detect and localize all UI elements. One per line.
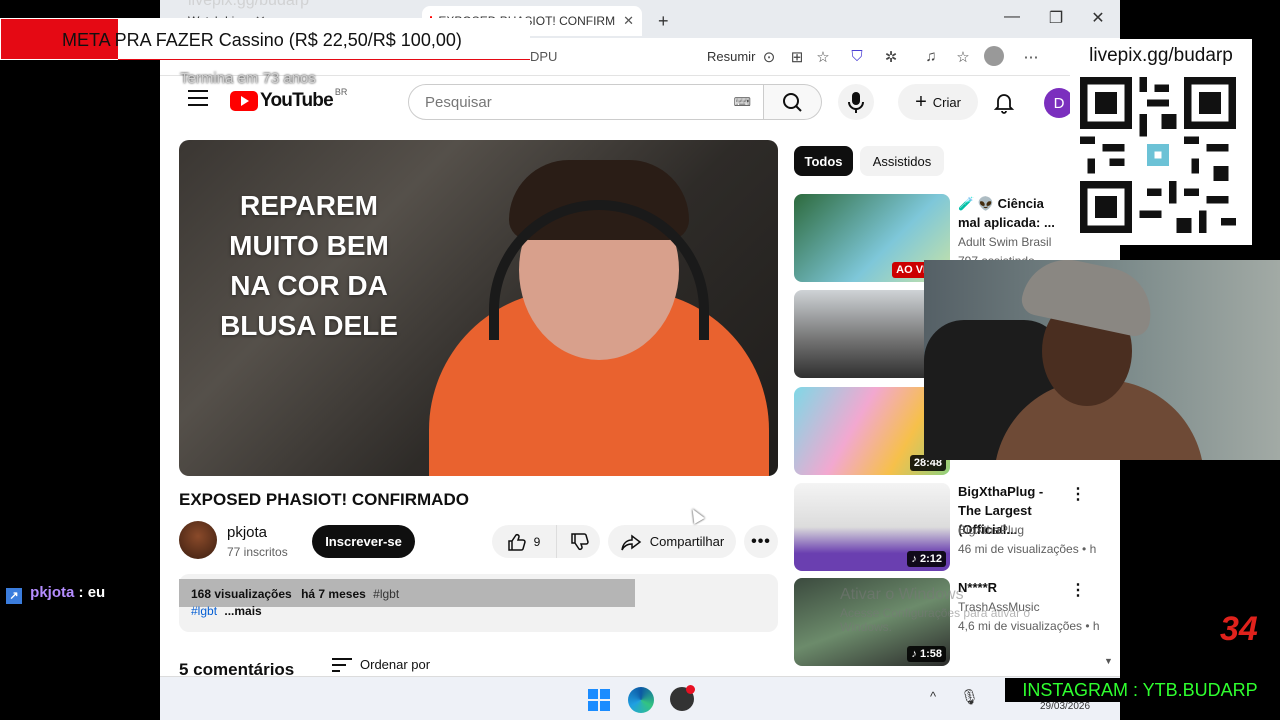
apps-icon[interactable]: ⊞	[786, 48, 808, 66]
notifications-bell-icon[interactable]	[992, 90, 1016, 114]
taskbar-date[interactable]: 29/03/2026	[1040, 701, 1090, 712]
chat-text: : eu	[78, 584, 106, 601]
share-label: Compartilhar	[649, 534, 725, 549]
sort-icon	[332, 657, 352, 672]
streamer-webcam	[924, 260, 1280, 460]
show-more-link[interactable]: ...mais	[224, 604, 261, 618]
collections-icon[interactable]: ☆	[952, 48, 974, 66]
keyboard-icon[interactable]: ⌨	[734, 95, 751, 109]
sort-comments-button[interactable]: Ordenar por	[332, 657, 430, 672]
more-actions-button[interactable]: •••	[744, 525, 778, 558]
close-icon[interactable]: ✕	[623, 13, 634, 29]
create-button[interactable]: + Criar	[898, 84, 978, 120]
hashtag-link[interactable]: #lgbt	[191, 604, 217, 618]
inline-hashtag: #lgbt	[373, 587, 400, 601]
extensions-icon[interactable]: ✲	[880, 48, 902, 66]
search-box: ⌨	[408, 84, 764, 120]
youtube-play-icon	[230, 91, 258, 111]
microphone-icon	[848, 92, 864, 113]
address-text[interactable]: DPU	[530, 49, 557, 64]
search-button[interactable]	[764, 84, 822, 120]
recording-indicator-icon	[686, 685, 695, 694]
share-arrow-icon	[621, 534, 642, 550]
chip-all[interactable]: Todos	[794, 146, 853, 176]
chat-message: ↗ pkjota : eu	[6, 584, 105, 604]
video-player[interactable]: REPAREM MUITO BEM NA COR DA BLUSA DELE	[179, 140, 778, 476]
create-label: Criar	[932, 94, 961, 110]
recommendation-views: 46 mi de visualizações • h	[958, 542, 1097, 556]
thumbs-down-icon	[570, 532, 589, 550]
qr-code-icon	[1080, 77, 1236, 233]
channel-avatar[interactable]	[179, 521, 217, 559]
like-button[interactable]: 9	[492, 525, 554, 558]
share-button[interactable]: Compartilhar	[608, 525, 736, 558]
more-vertical-icon[interactable]: ⋮	[1070, 484, 1086, 504]
copilot-icon[interactable]: ⊙	[758, 48, 780, 66]
activate-windows-watermark: Ativar o Windows Acesse Configurações pa…	[840, 586, 1080, 634]
dislike-button[interactable]	[556, 525, 600, 558]
description-meta: 168 visualizações há 7 meses #lgbt	[179, 579, 635, 607]
description-text: #lgbt ...mais	[191, 604, 262, 618]
video-caption-overlay: REPAREM MUITO BEM NA COR DA BLUSA DELE	[199, 186, 419, 346]
shield-icon[interactable]: ⛉	[846, 48, 868, 65]
voice-search-button[interactable]	[838, 84, 874, 120]
scroll-down-arrow-icon[interactable]: ▼	[1104, 656, 1113, 666]
qr-url-label: livepix.gg/budarp	[1089, 45, 1233, 66]
tray-overflow-icon[interactable]: ^	[930, 689, 936, 704]
upload-age: há 7 meses	[301, 587, 366, 601]
ghost-livepix-url: livepix.gg/budarp	[188, 0, 309, 9]
search-input[interactable]	[425, 94, 725, 111]
country-code: BR	[334, 87, 348, 97]
youtube-logo[interactable]: YouTube BR	[230, 87, 348, 112]
more-menu-icon[interactable]: ⋯	[1020, 48, 1042, 66]
qr-panel: livepix.gg/budarp	[1070, 39, 1252, 245]
description-box[interactable]: 168 visualizações há 7 meses #lgbt #lgbt…	[179, 574, 778, 632]
menu-icon[interactable]	[188, 90, 208, 106]
close-window-button[interactable]: ✕	[1078, 8, 1118, 28]
minimize-button[interactable]: —	[992, 8, 1032, 26]
summarize-button[interactable]: Resumir	[707, 49, 755, 64]
taskbar: ^ 🎙 29/03/2026	[160, 676, 1120, 720]
thumbs-up-icon	[507, 533, 526, 551]
duration-badge: ♪ 2:12	[907, 551, 946, 567]
video-title: EXPOSED PHASIOT! CONFIRMADO	[179, 490, 469, 509]
viewer-counter: 34	[1220, 610, 1258, 648]
like-dislike-group: 9	[492, 525, 600, 558]
duration-badge: ♪ 1:58	[907, 646, 946, 662]
recommendation-channel[interactable]: BigXthaPlug	[958, 523, 1024, 537]
new-tab-button[interactable]: +	[650, 6, 678, 36]
sort-label: Ordenar por	[360, 657, 431, 672]
recommendation-thumbnail[interactable]: ♪ 2:12	[794, 483, 950, 571]
caption-line: NA COR DA	[230, 270, 388, 301]
recommendation-channel[interactable]: Adult Swim Brasil	[958, 235, 1051, 249]
profile-icon[interactable]	[984, 46, 1004, 66]
edge-browser-icon[interactable]	[628, 687, 654, 713]
like-count: 9	[533, 534, 541, 549]
view-count: 168 visualizações	[191, 587, 292, 601]
instagram-banner: INSTAGRAM : YTB.BUDARP	[1005, 678, 1275, 702]
chat-badge-icon: ↗	[6, 588, 22, 604]
maximize-button[interactable]: ❐	[1036, 8, 1076, 28]
watermark-subtitle: Acesse Configurações para ativar o Windo…	[840, 606, 1031, 634]
subscriber-count: 77 inscritos	[227, 545, 288, 559]
channel-name[interactable]: pkjota	[227, 524, 267, 541]
donation-goal-timer: Termina em 73 anos	[180, 70, 316, 87]
recommendation-title[interactable]: 🧪 👽 Ciência mal aplicada: ...	[958, 194, 1062, 232]
comments-count: 5 comentários	[179, 660, 295, 676]
favorite-star-icon[interactable]: ☆	[812, 48, 834, 66]
plus-icon: +	[915, 90, 927, 113]
youtube-wordmark: YouTube	[260, 90, 334, 111]
search-icon	[783, 93, 802, 112]
media-icon[interactable]: ♫	[920, 48, 942, 65]
subscribe-button[interactable]: Inscrever-se	[312, 525, 415, 558]
caption-line: MUITO BEM	[229, 230, 389, 261]
caption-line: REPAREM	[240, 190, 378, 221]
chip-watched[interactable]: Assistidos	[860, 146, 944, 176]
caption-line: BLUSA DELE	[220, 310, 398, 341]
chat-username: pkjota	[30, 584, 75, 601]
windows-start-icon[interactable]	[588, 689, 610, 711]
microphone-tray-icon[interactable]: 🎙	[960, 688, 979, 706]
donation-goal-text: META PRA FAZER Cassino (R$ 22,50/R$ 100,…	[62, 30, 462, 50]
watermark-title: Ativar o Windows	[840, 586, 964, 603]
